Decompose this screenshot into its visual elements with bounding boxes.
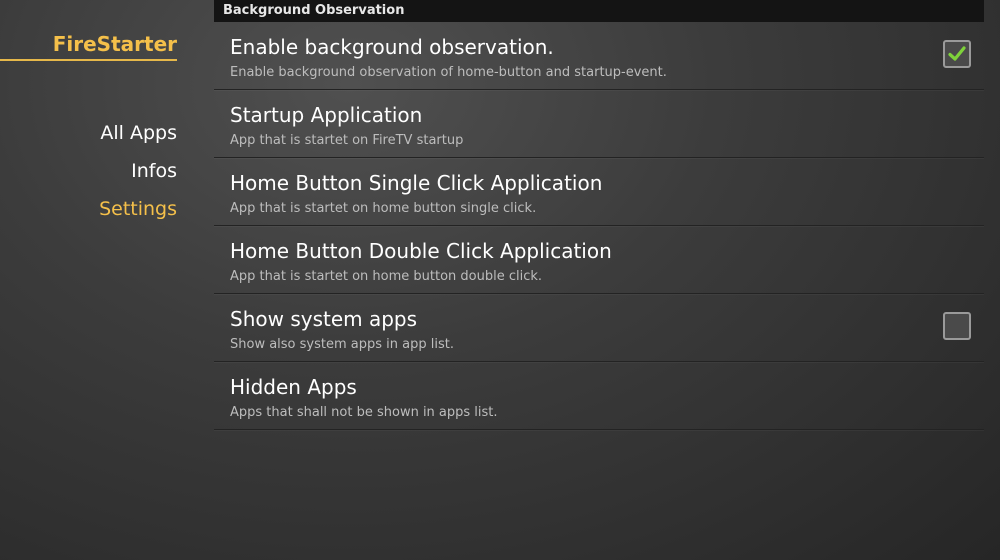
setting-startup-application[interactable]: Startup Application App that is startet … [214,90,984,158]
setting-enable-background-observation[interactable]: Enable background observation. Enable ba… [214,22,984,90]
background-observation-checkbox[interactable] [943,40,971,68]
setting-title: Home Button Single Click Application [230,171,603,195]
checkmark-icon [948,46,966,61]
nav-menu: All Apps Infos Settings [99,120,177,234]
nav-item-infos[interactable]: Infos [99,158,177,196]
sidebar: FireStarter All Apps Infos Settings [0,0,190,560]
setting-subtitle: App that is startet on FireTV startup [230,133,464,148]
show-system-apps-checkbox[interactable] [943,312,971,340]
nav-item-settings[interactable]: Settings [99,196,177,234]
setting-subtitle: App that is startet on home button singl… [230,201,537,216]
setting-subtitle: App that is startet on home button doubl… [230,269,543,284]
settings-panel: Background Observation Enable background… [214,0,984,430]
setting-home-double-click[interactable]: Home Button Double Click Application App… [214,226,984,294]
setting-subtitle: Apps that shall not be shown in apps lis… [230,405,498,420]
setting-title: Hidden Apps [230,375,357,399]
section-header: Background Observation [214,0,984,22]
setting-hidden-apps[interactable]: Hidden Apps Apps that shall not be shown… [214,362,984,430]
setting-title: Show system apps [230,307,418,331]
app-title: FireStarter [52,32,177,56]
nav-item-all-apps[interactable]: All Apps [99,120,177,158]
setting-title: Startup Application [230,103,423,127]
setting-title: Home Button Double Click Application [230,239,612,263]
setting-title: Enable background observation. [230,35,554,59]
setting-home-single-click[interactable]: Home Button Single Click Application App… [214,158,984,226]
title-divider [0,59,177,61]
setting-show-system-apps[interactable]: Show system apps Show also system apps i… [214,294,984,362]
setting-subtitle: Show also system apps in app list. [230,337,454,352]
setting-subtitle: Enable background observation of home-bu… [230,65,667,80]
